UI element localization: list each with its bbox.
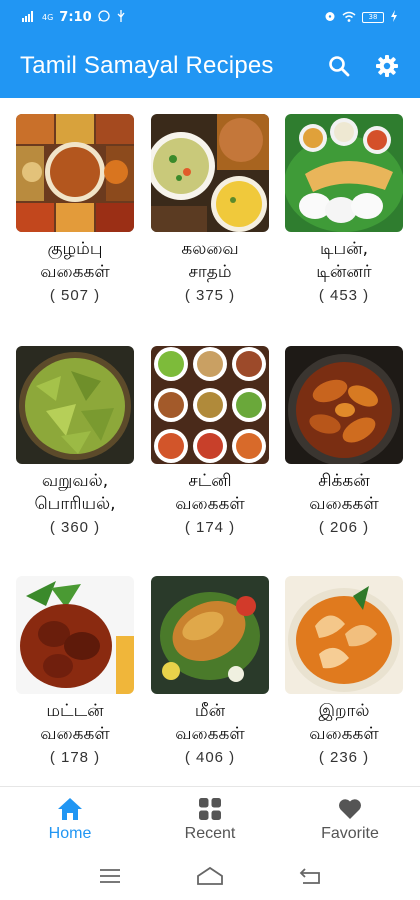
recipe-count: ( 178 )	[49, 749, 101, 766]
system-home-button[interactable]	[195, 864, 225, 888]
category-image-prawn	[285, 576, 403, 694]
category-image-kalavai-sadham	[151, 114, 269, 232]
category-name: வறுவல், பொரியல்,	[34, 471, 116, 514]
nav-favorite[interactable]: Favorite	[280, 787, 420, 852]
clock: 7:10	[59, 9, 92, 25]
nav-recent[interactable]: Recent	[140, 787, 280, 852]
category-image-mutton	[16, 576, 134, 694]
battery-icon: 38	[362, 11, 384, 23]
usb-icon	[116, 10, 126, 24]
category-grid: குழம்பு வகைகள் ( 507 ) கலவை சாதம் (375 …	[0, 98, 420, 786]
recipe-count: ( 206 )	[318, 519, 370, 536]
search-button[interactable]	[326, 53, 352, 79]
recipe-count: ( 236 )	[318, 749, 370, 766]
back-icon	[299, 868, 320, 884]
alarm-icon	[324, 10, 336, 24]
app-bar: Tamil Samayal Recipes	[0, 34, 420, 98]
recipe-count: ( 507 )	[49, 287, 101, 304]
settings-button[interactable]	[374, 53, 400, 79]
recipe-count: ( 406 )	[184, 749, 236, 766]
nav-favorite-label: Favorite	[321, 824, 379, 842]
category-card-prawn[interactable]: இறால் வகைகள் ( 236 )	[284, 576, 404, 766]
search-icon	[329, 56, 350, 77]
nav-recent-label: Recent	[184, 824, 236, 842]
category-name: மட்டன் வகைகள்	[40, 701, 110, 744]
app-title: Tamil Samayal Recipes	[20, 52, 274, 79]
category-image-chutney	[151, 346, 269, 464]
category-image-fish	[151, 576, 269, 694]
category-card-kuzhambu[interactable]: குழம்பு வகைகள் ( 507 )	[15, 114, 135, 304]
category-image-tiffin-dinner	[285, 114, 403, 232]
category-card-fish[interactable]: மீன் வகைகள் ( 406 )	[150, 576, 270, 766]
category-card-tiffin-dinner[interactable]: டிபன், டின்னர் ( 453 )	[284, 114, 404, 304]
recipe-count: ( 174 )	[184, 519, 236, 536]
grid-icon	[199, 797, 221, 820]
system-back-button[interactable]	[295, 864, 325, 888]
category-image-chicken	[285, 346, 403, 464]
recents-button[interactable]	[95, 864, 125, 888]
carrier-label: 4G	[42, 12, 54, 22]
category-card-varuval-poriyal[interactable]: வறுவல், பொரியல், ( 360 )	[15, 346, 135, 536]
gear-icon	[376, 55, 398, 77]
charging-icon	[390, 10, 398, 24]
recipe-count: ( 360 )	[49, 519, 101, 536]
category-card-chutney[interactable]: சட்னி வகைகள் ( 174 )	[150, 346, 270, 536]
wifi-icon	[342, 11, 356, 24]
whatsapp-icon	[97, 10, 110, 24]
category-card-kalavai-sadham[interactable]: கலவை சாதம் ( 375 )	[150, 114, 270, 304]
category-name: குழம்பு வகைகள்	[40, 239, 110, 282]
menu-icon	[100, 869, 120, 883]
category-name: மீன் வகைகள்	[175, 701, 245, 744]
category-name: டிபன், டின்னர்	[316, 239, 372, 282]
recipe-count: ( 453 )	[318, 287, 370, 304]
category-name: சட்னி வகைகள்	[175, 471, 245, 514]
nav-home-label: Home	[48, 824, 92, 842]
bottom-navigation: Home Recent Favorite	[0, 786, 420, 852]
heart-icon	[339, 798, 361, 819]
status-bar: 4G 7:10 38	[0, 0, 420, 34]
category-card-chicken[interactable]: சிக்கன் வகைகள் ( 206 )	[284, 346, 404, 536]
category-name: இறால் வகைகள்	[309, 701, 379, 744]
category-name: கலவை சாதம்	[181, 239, 239, 282]
category-image-varuval-poriyal	[16, 346, 134, 464]
recipe-count: ( 375 )	[184, 287, 236, 304]
category-name: சிக்கன் வகைகள்	[309, 471, 379, 514]
category-image-kuzhambu	[16, 114, 134, 232]
nav-home[interactable]: Home	[0, 787, 140, 852]
category-card-mutton[interactable]: மட்டன் வகைகள் ( 178 )	[15, 576, 135, 766]
signal-icon	[22, 10, 36, 24]
system-navigation	[0, 852, 420, 900]
home-icon	[58, 797, 82, 820]
home-outline-icon	[197, 866, 223, 885]
